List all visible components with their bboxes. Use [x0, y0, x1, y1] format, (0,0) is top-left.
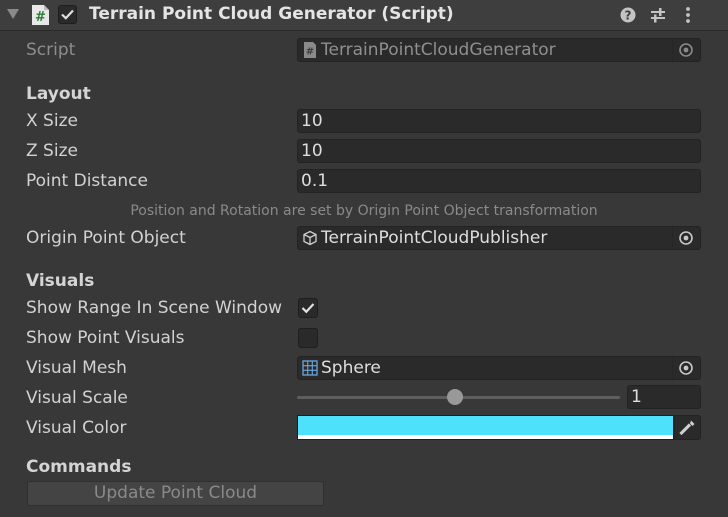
show-range-checkbox[interactable] — [298, 298, 318, 318]
script-file-icon: # — [302, 42, 318, 58]
show-point-visuals-label: Show Point Visuals — [26, 328, 185, 348]
visuals-heading: Visuals — [26, 271, 95, 291]
svg-text:#: # — [306, 47, 314, 58]
show-range-label: Show Range In Scene Window — [26, 298, 283, 318]
point-distance-label: Point Distance — [26, 171, 148, 191]
mesh-object-picker-icon[interactable] — [672, 357, 700, 379]
visual-color-fill — [298, 416, 673, 435]
component-title: Terrain Point Cloud Generator (Script) — [89, 4, 454, 24]
mesh-grid-icon — [302, 360, 318, 376]
visual-color-label: Visual Color — [26, 418, 127, 438]
kebab-menu-icon[interactable] — [678, 5, 698, 25]
z-size-value: 10 — [301, 141, 323, 161]
visual-scale-value: 1 — [631, 387, 642, 407]
layout-heading: Layout — [26, 84, 91, 104]
commands-heading: Commands — [26, 457, 132, 477]
visual-scale-label: Visual Scale — [26, 388, 128, 408]
script-field: # TerrainPointCloudGenerator — [297, 38, 701, 62]
x-size-value: 10 — [301, 111, 323, 131]
visual-scale-slider-thumb[interactable] — [447, 389, 464, 405]
origin-help-note: Position and Rotation are set by Origin … — [130, 203, 598, 219]
point-distance-value: 0.1 — [301, 171, 329, 191]
point-distance-field[interactable]: 0.1 — [297, 169, 701, 193]
foldout-arrow-icon[interactable] — [7, 9, 19, 19]
preset-sliders-icon[interactable] — [648, 5, 668, 25]
z-size-label: Z Size — [26, 141, 78, 161]
show-point-visuals-checkbox[interactable] — [298, 328, 318, 348]
script-label: Script — [26, 40, 76, 60]
visual-color-swatch[interactable] — [297, 415, 674, 440]
origin-point-value: TerrainPointCloudPublisher — [321, 228, 548, 248]
component-enabled-checkbox[interactable] — [58, 5, 77, 24]
z-size-field[interactable]: 10 — [297, 139, 701, 163]
origin-object-picker-icon[interactable] — [672, 227, 700, 249]
script-icon: # — [29, 4, 51, 26]
eyedropper-icon[interactable] — [674, 415, 701, 440]
origin-point-label: Origin Point Object — [26, 228, 186, 248]
x-size-label: X Size — [26, 111, 78, 131]
gameobject-cube-icon — [302, 230, 318, 246]
visual-mesh-field[interactable]: Sphere — [297, 356, 701, 380]
help-icon[interactable]: ? — [618, 5, 638, 25]
script-icon-glyph: # — [35, 10, 46, 25]
update-point-cloud-button[interactable]: Update Point Cloud — [27, 481, 324, 506]
origin-point-field[interactable]: TerrainPointCloudPublisher — [297, 226, 701, 250]
svg-text:?: ? — [625, 9, 632, 23]
script-value: TerrainPointCloudGenerator — [321, 40, 556, 60]
visual-scale-field[interactable]: 1 — [627, 385, 701, 409]
script-object-picker — [672, 39, 700, 61]
visual-mesh-label: Visual Mesh — [26, 358, 127, 378]
visual-mesh-value: Sphere — [321, 358, 381, 378]
x-size-field[interactable]: 10 — [297, 109, 701, 133]
